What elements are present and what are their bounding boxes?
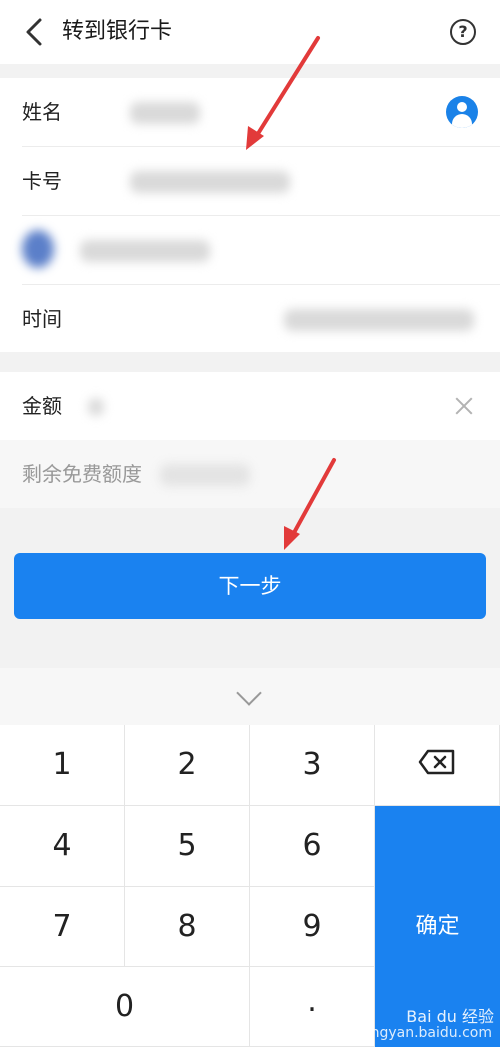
bank-row[interactable] (22, 216, 500, 285)
time-label: 时间 (22, 307, 62, 331)
time-value-blurred (284, 309, 474, 331)
bank-name-blurred (80, 240, 210, 262)
watermark-url: jingyan.baidu.com (362, 1025, 492, 1041)
question-circle-icon[interactable]: ? (450, 19, 476, 45)
time-row[interactable]: 时间 (22, 285, 500, 354)
key-4[interactable]: 4 (0, 806, 125, 887)
free-quota-blurred (160, 464, 250, 486)
amount-placeholder-blurred (88, 398, 104, 416)
key-9[interactable]: 9 (250, 887, 375, 967)
page-title: 转到银行卡 (62, 19, 173, 44)
free-quota-label: 剩余免费额度 (22, 462, 142, 486)
free-quota-row: 剩余免费额度 (0, 440, 500, 508)
card-number-label: 卡号 (22, 169, 62, 193)
name-row[interactable]: 姓名 (22, 78, 500, 147)
key-dot[interactable]: . (250, 967, 375, 1047)
key-6[interactable]: 6 (250, 806, 375, 887)
name-label: 姓名 (22, 100, 62, 124)
key-1[interactable]: 1 (0, 725, 125, 806)
amount-card: 金额 (0, 372, 500, 440)
next-step-button[interactable]: 下一步 (14, 553, 486, 619)
keyboard-collapse[interactable] (0, 668, 500, 725)
key-5[interactable]: 5 (125, 806, 250, 887)
chevron-left-icon[interactable] (20, 16, 50, 48)
key-0[interactable]: 0 (0, 967, 250, 1047)
key-2[interactable]: 2 (125, 725, 250, 806)
amount-row[interactable]: 金额 (22, 372, 500, 441)
key-7[interactable]: 7 (0, 887, 125, 967)
watermark-logo: Bai du 经验 (406, 1007, 494, 1026)
key-8[interactable]: 8 (125, 887, 250, 967)
key-3[interactable]: 3 (250, 725, 375, 806)
amount-label: 金额 (22, 394, 62, 418)
recipient-card: 姓名 卡号 时间 (0, 78, 500, 352)
card-number-blurred (130, 171, 290, 193)
numeric-keyboard: 1 2 3 4 5 6 7 8 9 0 . 确定 Bai du 经验 jingy… (0, 668, 500, 1047)
card-number-row[interactable]: 卡号 (22, 147, 500, 216)
clear-icon[interactable] (454, 396, 474, 416)
backspace-icon[interactable] (375, 725, 500, 806)
name-value-blurred (130, 102, 200, 124)
bank-logo-blurred (22, 230, 54, 268)
contact-icon[interactable] (446, 96, 478, 128)
chevron-down-icon[interactable] (236, 680, 262, 706)
header-bar: 转到银行卡 ? (0, 0, 500, 64)
